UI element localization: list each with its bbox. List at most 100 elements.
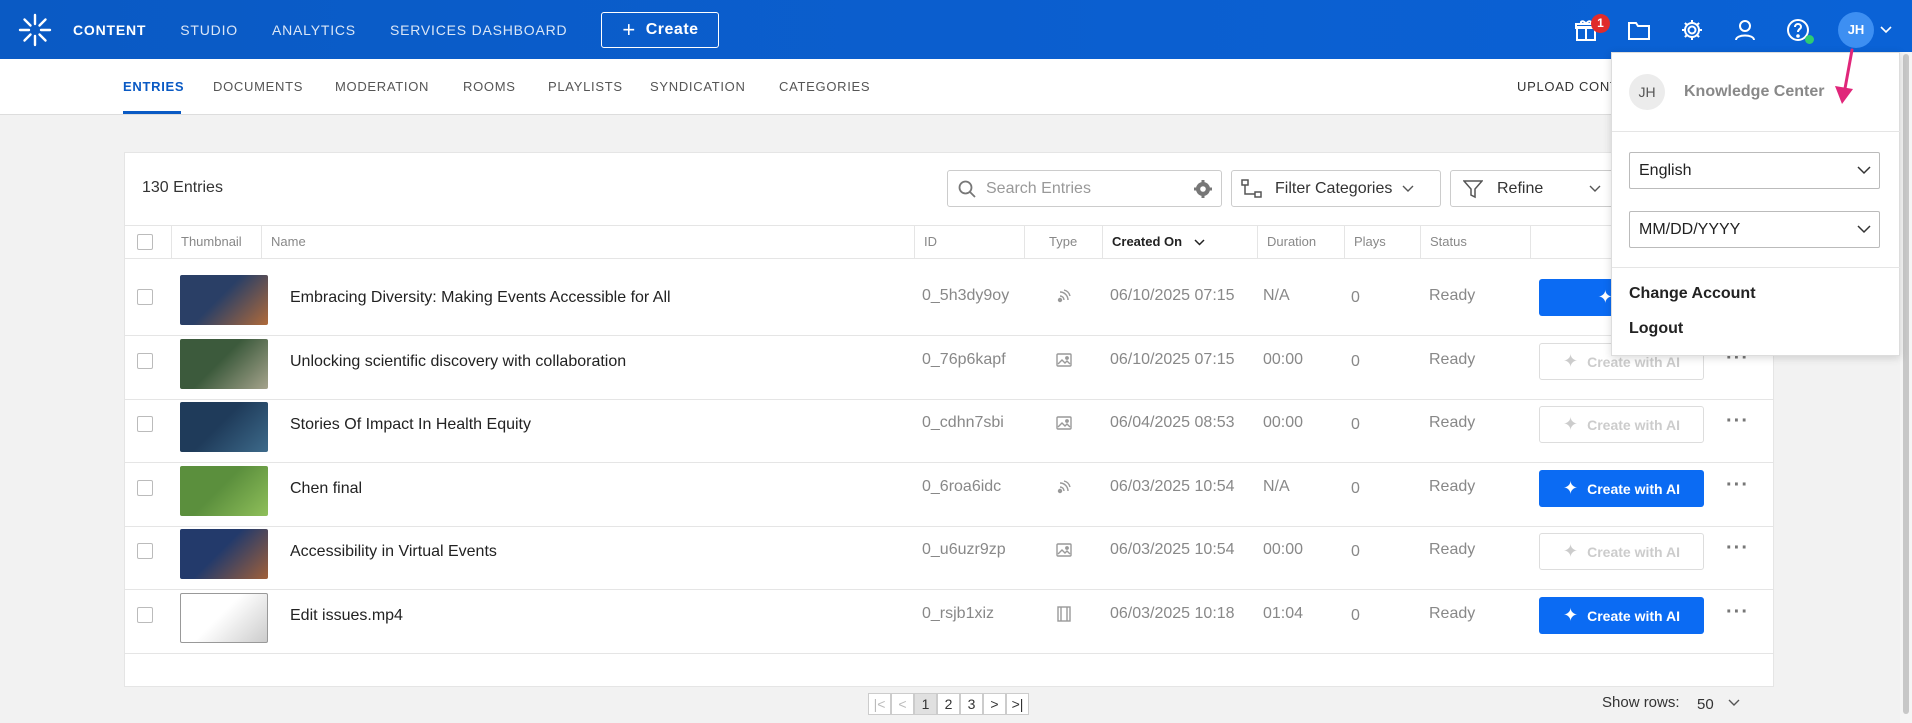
folder-icon[interactable]	[1627, 18, 1651, 42]
image-icon	[1055, 414, 1073, 432]
entries-panel: 130 Entries Search Entries Filter Catego…	[124, 152, 1774, 687]
gift-icon[interactable]: 1	[1574, 13, 1610, 42]
entry-name-link[interactable]: Accessibility in Virtual Events	[290, 543, 497, 561]
date-format-select[interactable]: MM/DD/YYYY	[1629, 211, 1880, 248]
entry-name-link[interactable]: Chen final	[290, 480, 362, 498]
row-checkbox[interactable]	[137, 353, 153, 369]
create-with-ai-button[interactable]: ✦ Create with AI	[1539, 597, 1704, 634]
row-checkbox[interactable]	[137, 480, 153, 496]
entry-status: Ready	[1429, 351, 1476, 368]
refine-dropdown[interactable]: Refine	[1450, 170, 1620, 207]
entry-name-link[interactable]: Embracing Diversity: Making Events Acces…	[290, 289, 671, 307]
language-value: English	[1639, 162, 1692, 179]
nav-services-dashboard[interactable]: SERVICES DASHBOARD	[390, 22, 568, 38]
chevron-down-icon[interactable]	[1880, 21, 1892, 39]
column-duration[interactable]: Duration	[1257, 226, 1344, 258]
select-all-checkbox[interactable]	[137, 234, 153, 250]
search-input[interactable]: Search Entries	[947, 170, 1222, 207]
entry-id: 0_5h3dy9oy	[922, 287, 1010, 304]
tab-categories[interactable]: CATEGORIES	[779, 79, 870, 94]
entry-thumbnail[interactable]	[180, 275, 268, 325]
page-2-button[interactable]: 2	[937, 693, 960, 715]
prev-page-icon[interactable]: <	[891, 693, 914, 715]
entry-name-link[interactable]: Unlocking scientific discovery with coll…	[290, 353, 626, 371]
create-button-label: Create	[645, 20, 699, 38]
help-icon[interactable]	[1786, 18, 1814, 44]
entry-thumbnail[interactable]	[180, 402, 268, 452]
nav-content[interactable]: CONTENT	[73, 22, 146, 38]
user-icon[interactable]	[1733, 18, 1757, 42]
create-button[interactable]: + Create	[601, 11, 720, 48]
sparkle-icon: ✦	[1563, 541, 1579, 561]
chevron-down-icon	[1857, 153, 1871, 188]
kaltura-logo-icon[interactable]	[17, 12, 53, 48]
entry-created-on: 06/03/2025 10:18	[1110, 605, 1235, 622]
entry-status: Ready	[1429, 605, 1476, 622]
tab-moderation[interactable]: MODERATION	[335, 79, 429, 94]
more-actions-icon[interactable]: ···	[1726, 410, 1749, 433]
column-created-on[interactable]: Created On	[1102, 226, 1257, 258]
more-actions-icon[interactable]: ···	[1726, 537, 1749, 560]
first-page-icon[interactable]: |<	[868, 693, 891, 715]
entry-thumbnail[interactable]	[180, 593, 268, 643]
create-with-ai-label: Create with AI	[1587, 480, 1680, 497]
entry-id: 0_rsjb1xiz	[922, 605, 995, 622]
page-1-button[interactable]: 1	[914, 693, 937, 715]
column-name[interactable]: Name	[261, 226, 779, 258]
chevron-down-icon[interactable]	[1728, 694, 1740, 712]
tab-syndication[interactable]: SYNDICATION	[650, 79, 746, 94]
knowledge-center-link[interactable]: Knowledge Center	[1684, 83, 1824, 101]
rows-per-page-select[interactable]: 50	[1697, 696, 1714, 713]
row-checkbox[interactable]	[137, 416, 153, 432]
entry-id: 0_76p6kapf	[922, 351, 1006, 368]
more-actions-icon[interactable]: ···	[1726, 601, 1749, 624]
entry-thumbnail[interactable]	[180, 339, 268, 389]
entry-plays: 0	[1351, 416, 1360, 433]
tab-documents[interactable]: DOCUMENTS	[213, 79, 303, 94]
entry-thumbnail[interactable]	[180, 529, 268, 579]
column-plays[interactable]: Plays	[1344, 226, 1420, 258]
live-icon	[1055, 287, 1073, 305]
change-account-link[interactable]: Change Account	[1629, 285, 1756, 303]
nav-analytics[interactable]: ANALYTICS	[272, 22, 356, 38]
table-row[interactable]: Edit issues.mp4 0_rsjb1xiz 06/03/2025 10:1…	[125, 577, 1773, 654]
entry-name-link[interactable]: Edit issues.mp4	[290, 607, 403, 625]
next-page-icon[interactable]: >	[983, 693, 1006, 715]
last-page-icon[interactable]: >|	[1006, 693, 1029, 715]
table-header: Thumbnail Name ID Type Created On Durati…	[125, 225, 1773, 259]
entry-created-on: 06/03/2025 10:54	[1110, 541, 1235, 558]
entry-plays: 0	[1351, 480, 1360, 497]
row-checkbox[interactable]	[137, 289, 153, 305]
tab-rooms[interactable]: ROOMS	[463, 79, 516, 94]
column-id[interactable]: ID	[914, 226, 1024, 258]
create-with-ai-button[interactable]: ✦ Create with AI	[1539, 470, 1704, 507]
filter-categories-dropdown[interactable]: Filter Categories	[1231, 170, 1441, 207]
create-with-ai-button[interactable]: ✦ Create with AI	[1539, 533, 1704, 570]
entry-created-on: 06/10/2025 07:15	[1110, 287, 1235, 304]
user-avatar-button[interactable]: JH	[1838, 11, 1874, 48]
upload-content-link[interactable]: UPLOAD CONT	[1517, 79, 1619, 94]
entry-thumbnail[interactable]	[180, 466, 268, 516]
language-select[interactable]: English	[1629, 152, 1880, 189]
entry-duration: 00:00	[1263, 414, 1304, 431]
create-with-ai-button[interactable]: ✦ Create with AI	[1539, 406, 1704, 443]
chevron-down-icon	[1589, 185, 1601, 193]
more-actions-icon[interactable]: ···	[1726, 474, 1749, 497]
page-scrollbar-thumb[interactable]	[1903, 54, 1909, 714]
entry-duration: 00:00	[1263, 541, 1304, 558]
tab-entries[interactable]: ENTRIES	[123, 79, 184, 94]
row-checkbox[interactable]	[137, 543, 153, 559]
entry-name-link[interactable]: Stories Of Impact In Health Equity	[290, 416, 531, 434]
create-with-ai-label: Create with AI	[1587, 416, 1680, 433]
create-with-ai-label: Create with AI	[1587, 607, 1680, 624]
page-3-button[interactable]: 3	[960, 693, 983, 715]
column-type: Type	[1024, 226, 1102, 258]
row-checkbox[interactable]	[137, 607, 153, 623]
tab-playlists[interactable]: PLAYLISTS	[548, 79, 623, 94]
entry-id: 0_u6uzr9zp	[922, 541, 1006, 558]
gear-icon[interactable]	[1680, 18, 1704, 42]
sparkle-icon: ✦	[1563, 351, 1579, 371]
nav-studio[interactable]: STUDIO	[180, 22, 238, 38]
search-settings-gear-icon[interactable]	[1193, 179, 1213, 199]
logout-link[interactable]: Logout	[1629, 320, 1683, 338]
